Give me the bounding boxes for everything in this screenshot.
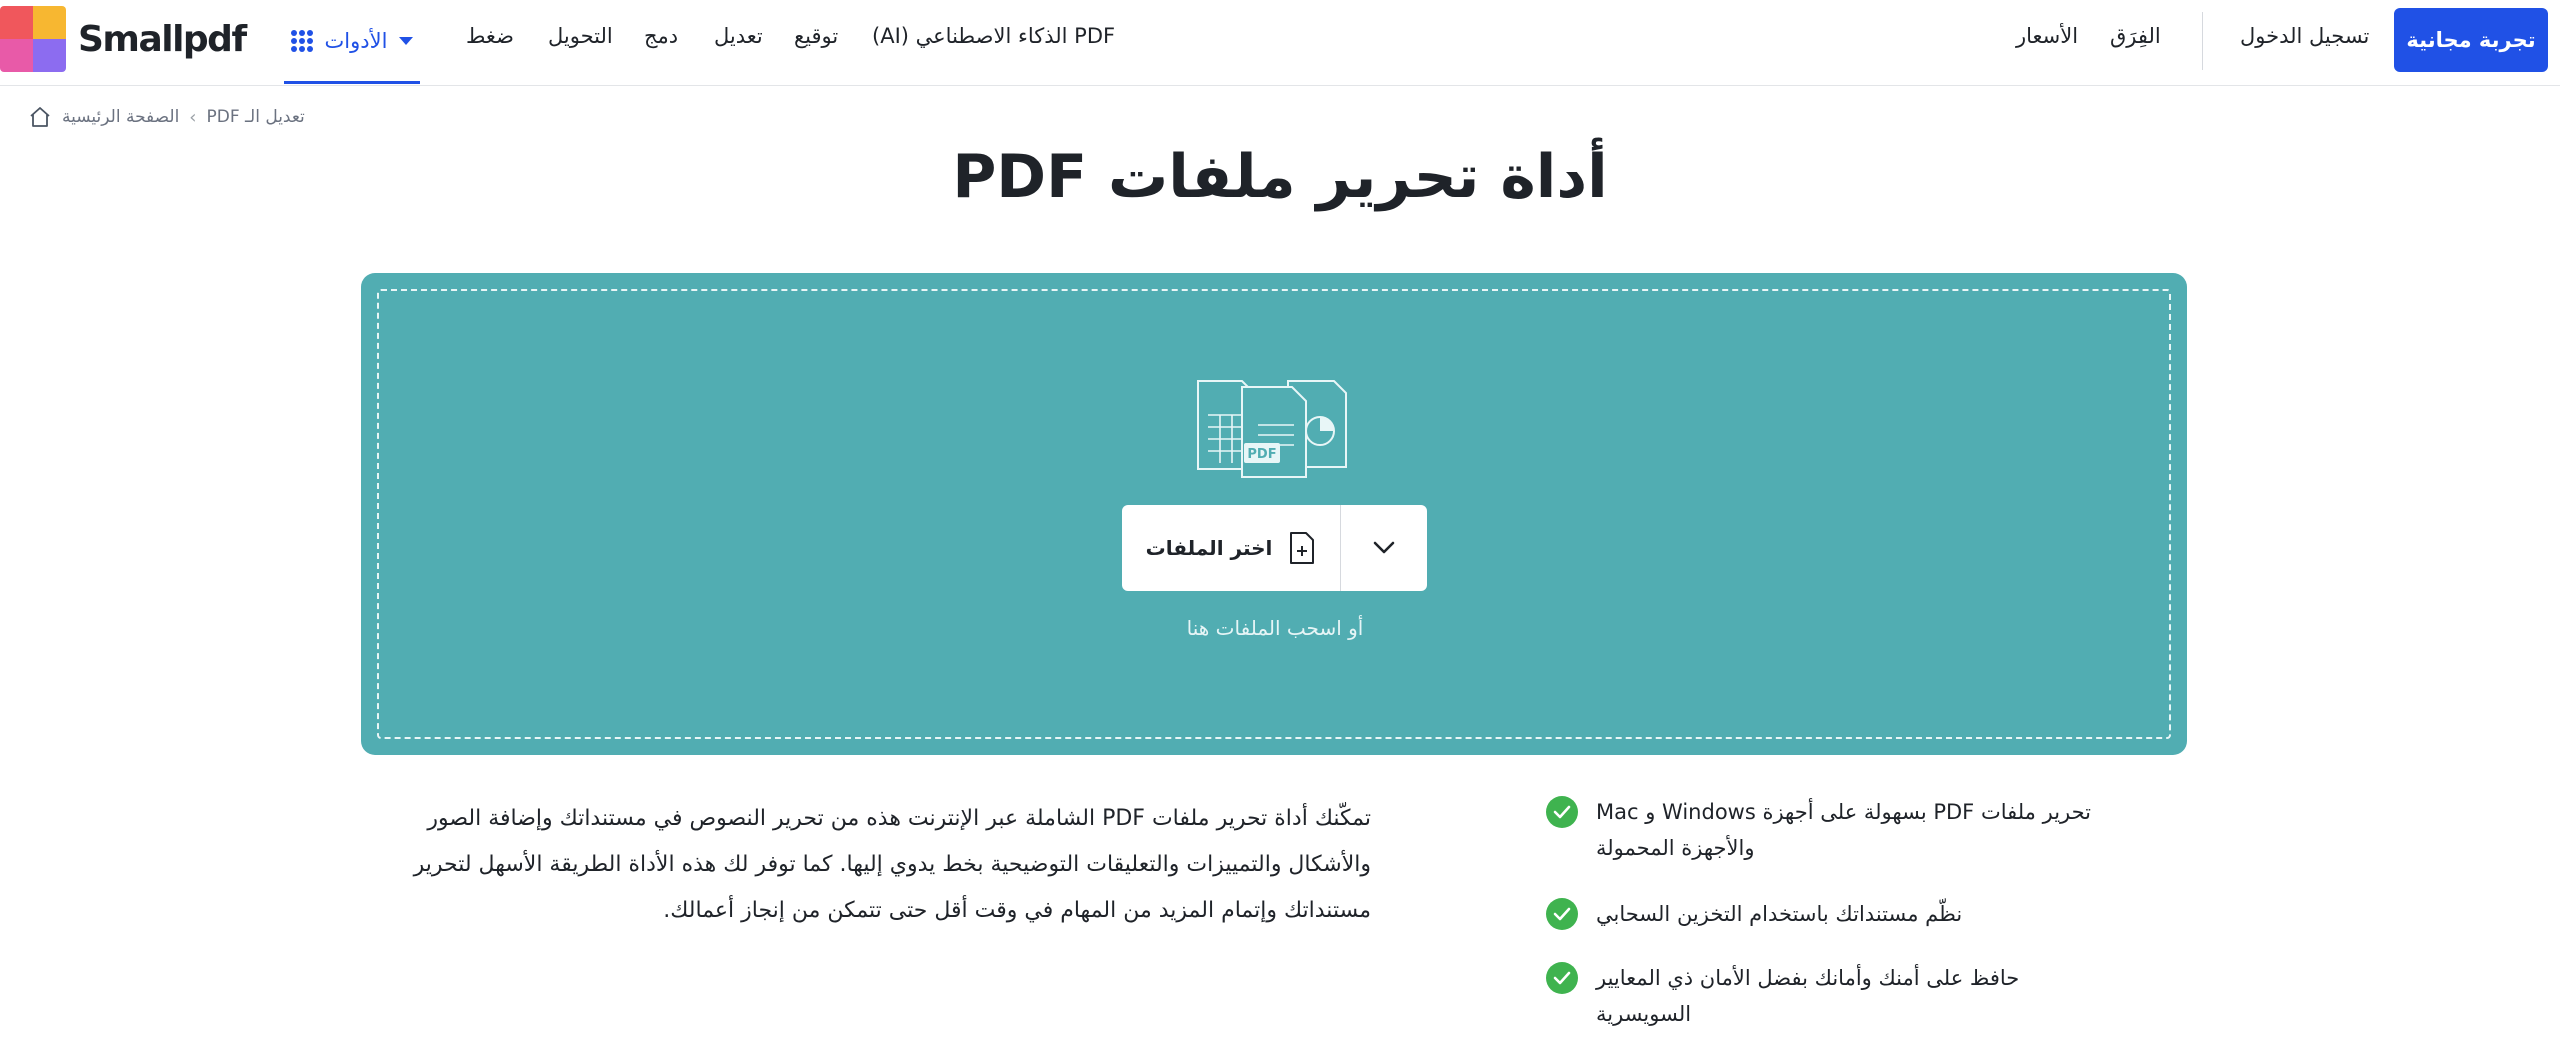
apps-grid-icon [290, 29, 313, 52]
page-title: أداة تحرير ملفات PDF [952, 142, 1608, 212]
nav-merge[interactable]: دمج [644, 24, 678, 48]
drop-hint-text: أو اسحب الملفات هنا [1186, 616, 1364, 640]
top-nav: Smallpdf الأدوات ضغط التحويل دمج تعديل ت… [0, 0, 2560, 86]
check-icon [1546, 796, 1578, 828]
nav-sign[interactable]: توقيع [794, 24, 838, 48]
smallpdf-logo[interactable]: Smallpdf [0, 6, 247, 72]
nav-compress[interactable]: ضغط [466, 24, 514, 48]
breadcrumb: الصفحة الرئيسية ‹ تعديل الـ PDF [28, 104, 305, 130]
nav-ai-pdf[interactable]: PDF الذكاء الاصطناعي (AI) [872, 24, 1115, 48]
free-trial-button[interactable]: تجربة مجانية [2394, 8, 2548, 72]
nav-divider [2202, 12, 2203, 70]
chevron-down-icon [399, 36, 414, 45]
nav-convert[interactable]: التحويل [548, 24, 613, 48]
choose-files-group: اختر الملفات [1122, 505, 1427, 591]
feature-text: حافظ على أمنك وأمانك بفضل الأمان ذي المع… [1596, 966, 2020, 1026]
chevron-down-icon [1373, 541, 1395, 554]
logo-text: Smallpdf [78, 18, 247, 60]
file-add-icon [1290, 532, 1315, 564]
tools-menu[interactable]: الأدوات [284, 0, 420, 84]
breadcrumb-home[interactable]: الصفحة الرئيسية [62, 107, 179, 127]
breadcrumb-current: تعديل الـ PDF [206, 107, 305, 127]
nav-teams[interactable]: الفِرَق [2110, 24, 2161, 48]
home-icon[interactable] [28, 105, 52, 129]
feature-text: نظّم مستنداتك باستخدام التخزين السحابي [1596, 902, 1963, 926]
tool-description: تمكّنك أداة تحرير ملفات PDF الشاملة عبر … [413, 806, 1371, 923]
logo-mark-icon [0, 6, 66, 72]
nav-pricing[interactable]: الأسعار [2016, 24, 2078, 48]
feature-text: تحرير ملفات PDF بسهولة على أجهزة Windows… [1596, 800, 2092, 860]
upload-options-dropdown[interactable] [1341, 505, 1427, 591]
check-icon [1546, 898, 1578, 930]
pdf-badge-label: PDF [1247, 447, 1276, 462]
breadcrumb-separator: ‹ [189, 106, 197, 128]
choose-files-label: اختر الملفات [1145, 536, 1273, 560]
choose-files-button[interactable]: اختر الملفات [1122, 505, 1340, 591]
files-illustration-icon: PDF [1197, 380, 1347, 478]
nav-edit[interactable]: تعديل [714, 24, 763, 48]
tools-label: الأدوات [324, 28, 388, 53]
check-icon [1546, 962, 1578, 994]
login-link[interactable]: تسجيل الدخول [2240, 24, 2369, 48]
